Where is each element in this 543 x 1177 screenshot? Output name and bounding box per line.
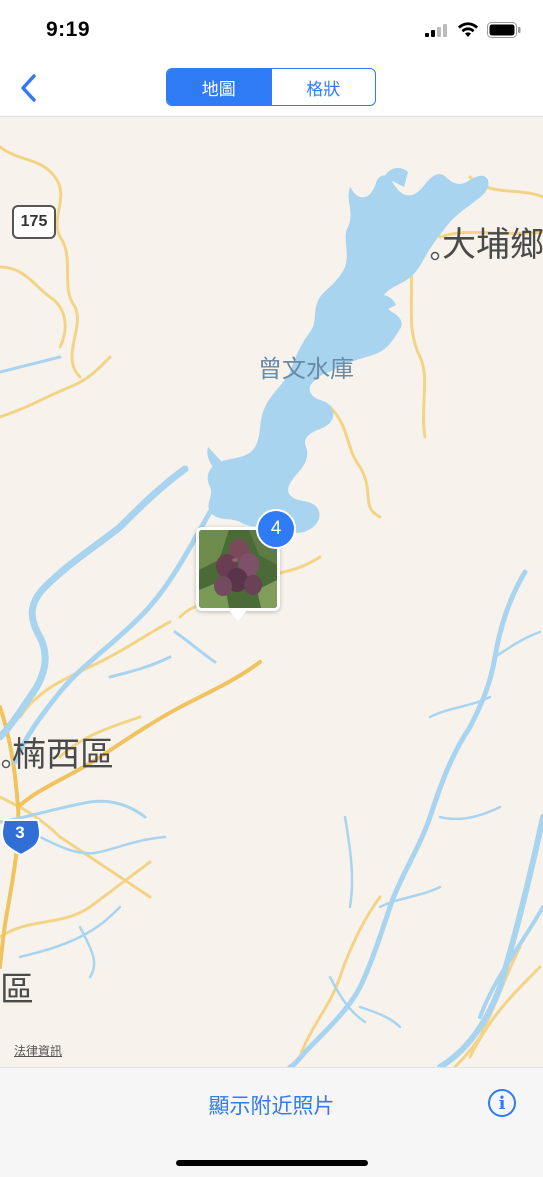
chevron-left-icon bbox=[21, 74, 36, 102]
back-button[interactable] bbox=[10, 68, 46, 108]
home-indicator bbox=[176, 1160, 368, 1166]
legal-info-link[interactable]: 法律資訊 bbox=[14, 1042, 62, 1059]
status-icons bbox=[425, 22, 521, 38]
segment-grid[interactable]: 格狀 bbox=[270, 69, 376, 105]
status-time: 9:19 bbox=[46, 18, 91, 41]
nanxi-label: 楠西區 bbox=[12, 735, 114, 775]
route-175-shield: 175 bbox=[12, 205, 56, 239]
map-view[interactable]: 175 3 曾文水庫 大埔鄉 楠西區 區 4 法律資訊 bbox=[0, 117, 543, 1067]
battery-icon bbox=[487, 22, 521, 38]
dapu-label: 大埔鄉 bbox=[442, 225, 543, 265]
bottom-toolbar: 顯示附近照片 i bbox=[0, 1067, 543, 1177]
wifi-icon bbox=[458, 22, 478, 37]
navigation-bar: 地圖 格狀 bbox=[0, 60, 543, 117]
route-3-shield: 3 bbox=[0, 817, 42, 857]
route-3-label: 3 bbox=[15, 823, 25, 842]
view-mode-segmented-control: 地圖 格狀 bbox=[166, 68, 376, 106]
segment-map[interactable]: 地圖 bbox=[167, 69, 271, 105]
status-bar: 9:19 bbox=[0, 0, 543, 60]
partial-district-label: 區 bbox=[0, 970, 34, 1010]
reservoir-label: 曾文水庫 bbox=[258, 355, 354, 383]
show-nearby-photos-button[interactable]: 顯示附近照片 bbox=[0, 1090, 543, 1120]
info-icon[interactable]: i bbox=[488, 1089, 516, 1117]
signal-icon bbox=[425, 24, 447, 37]
photo-count-badge: 4 bbox=[256, 509, 296, 549]
